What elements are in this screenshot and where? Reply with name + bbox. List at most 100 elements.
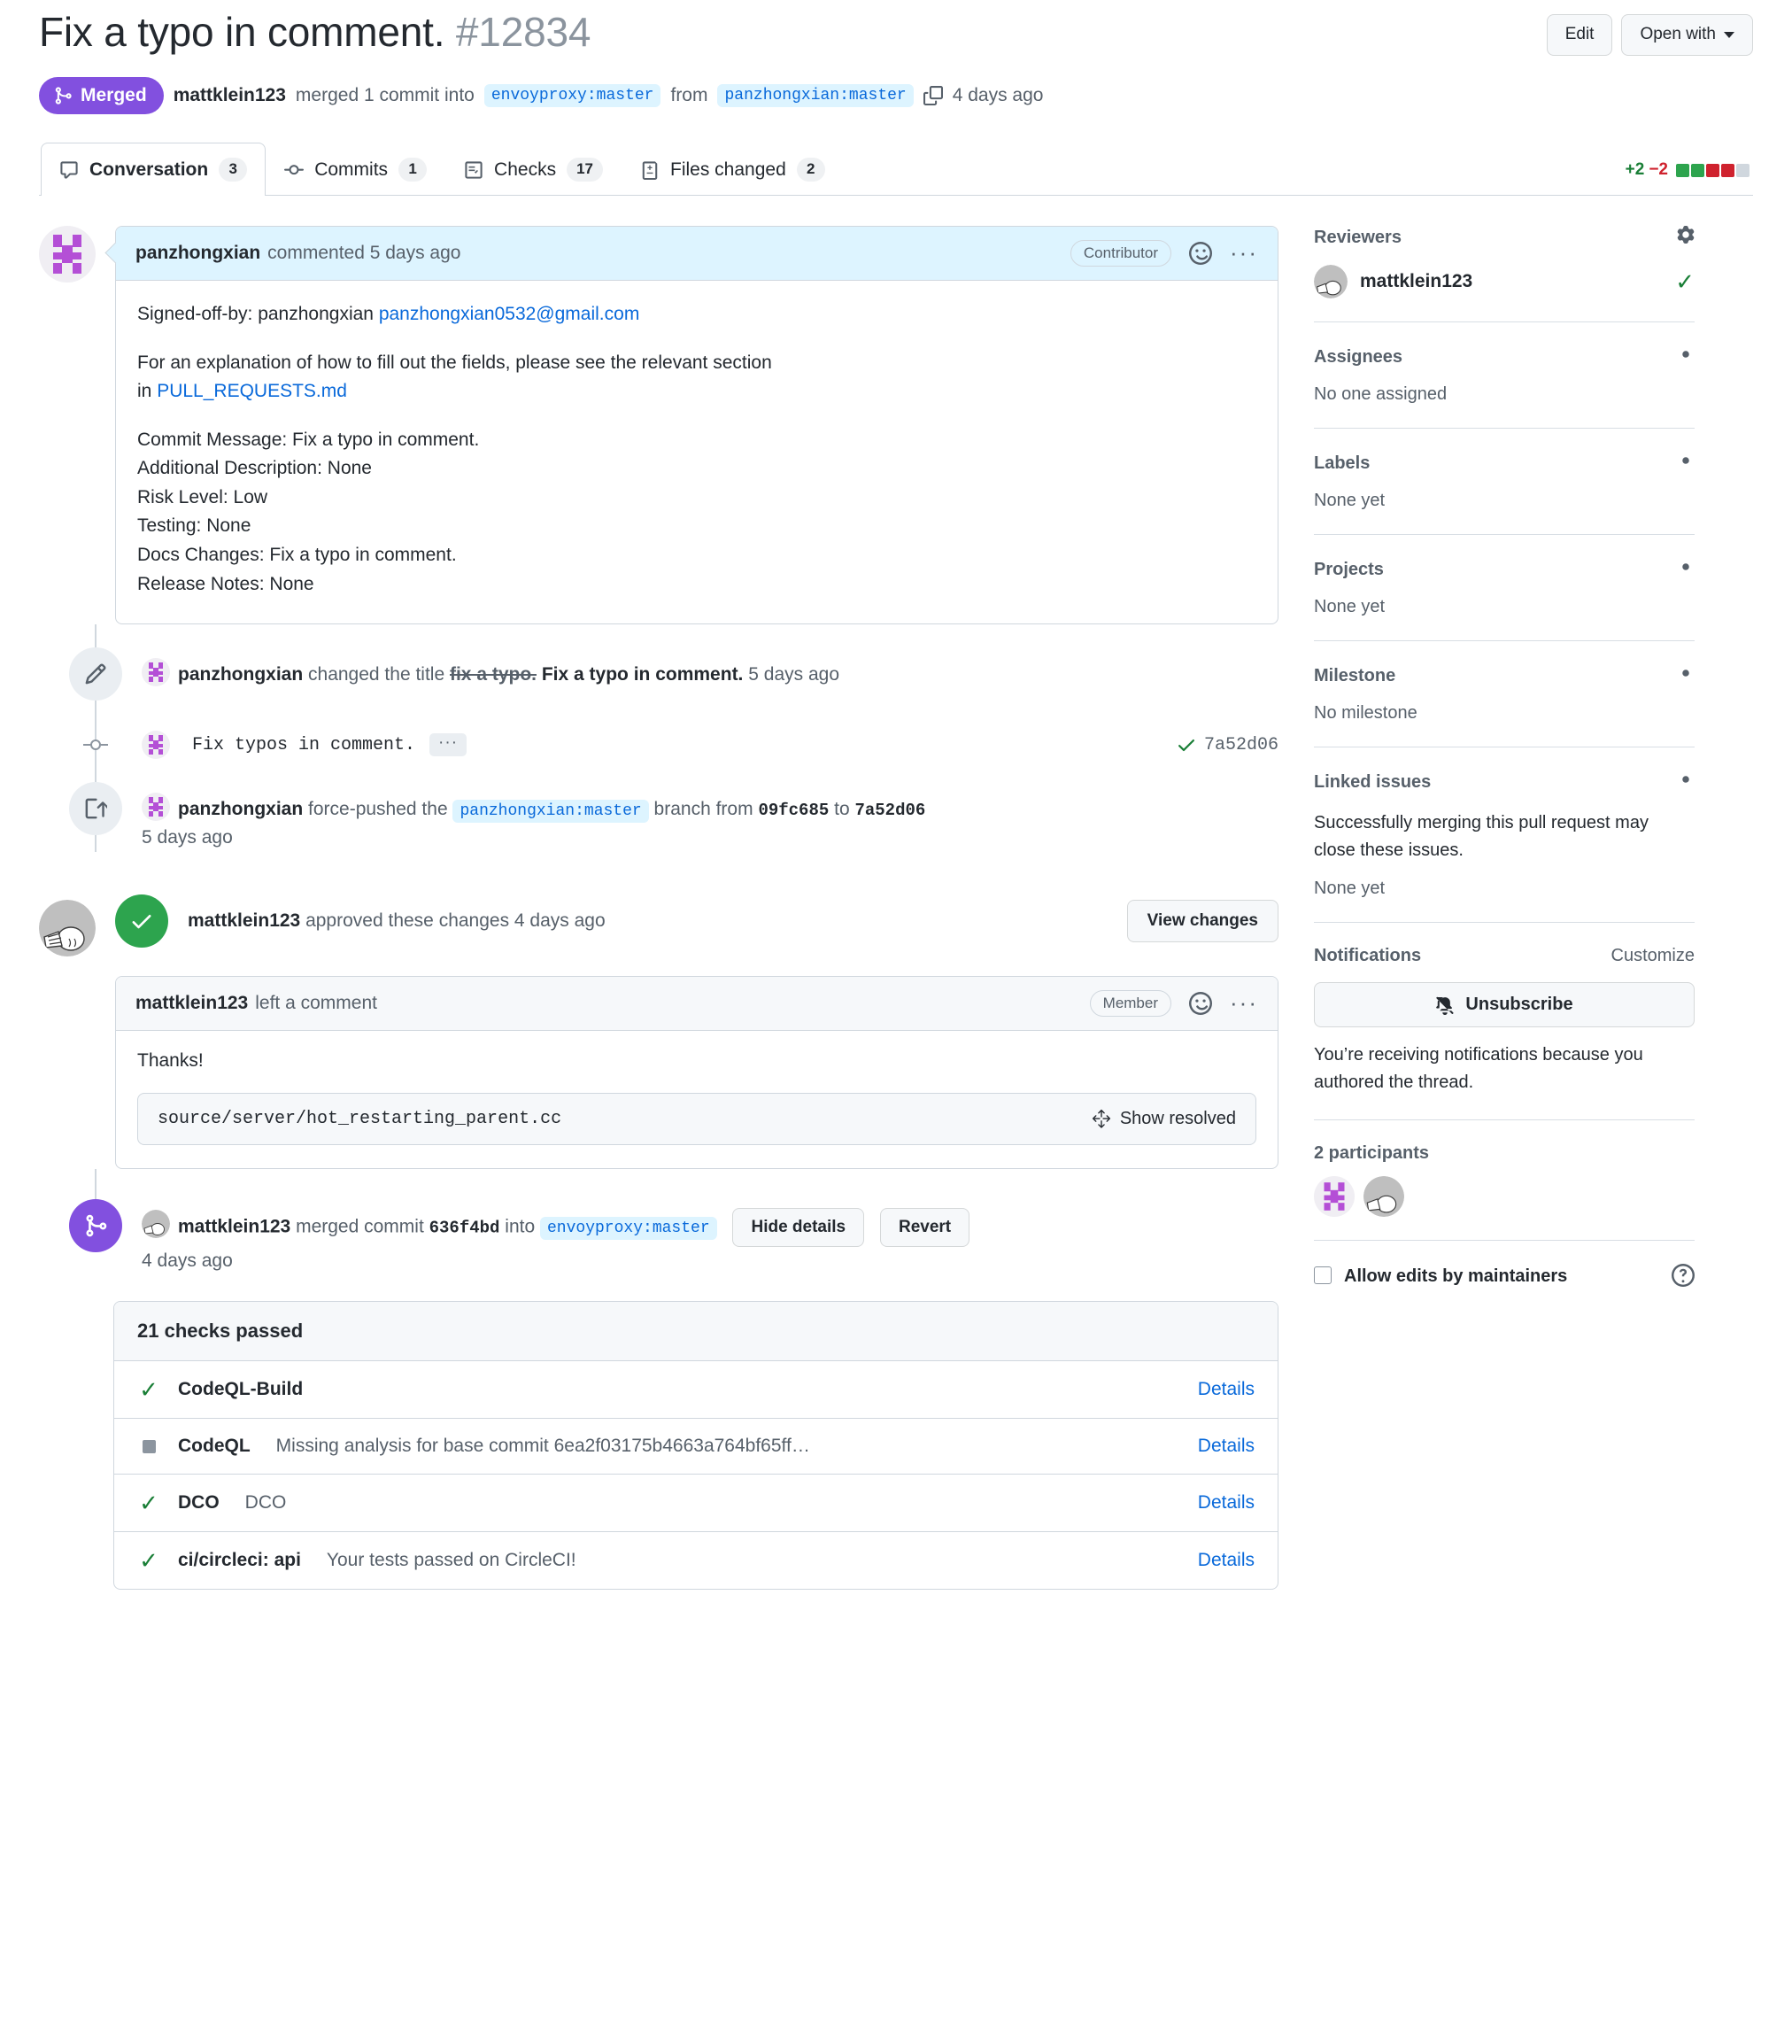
allow-edits-checkbox[interactable] (1314, 1266, 1332, 1284)
sidebar-heading: Projects (1314, 558, 1695, 581)
avatar[interactable] (142, 658, 170, 686)
smiley-icon[interactable] (1189, 242, 1212, 265)
open-with-button[interactable]: Open with (1621, 14, 1753, 56)
kebab-icon[interactable]: ··· (1230, 996, 1258, 1010)
merger-name[interactable]: mattklein123 (174, 85, 286, 106)
avatar[interactable] (1363, 1176, 1404, 1217)
open-with-label: Open with (1640, 23, 1716, 47)
check-description: DCO (245, 1492, 287, 1514)
tab-label: Checks (494, 158, 556, 182)
explanation-line2-prefix: in (137, 381, 157, 401)
gear-icon[interactable] (1677, 664, 1695, 687)
merged-text: mattklein123 merged commit 636f4bd into … (142, 1199, 1278, 1275)
check-details-link[interactable]: Details (1180, 1492, 1255, 1514)
actor-name[interactable]: panzhongxian (178, 664, 303, 685)
revert-button[interactable]: Revert (880, 1208, 969, 1247)
explanation-line1: For an explanation of how to fill out th… (137, 352, 772, 373)
status-badge-label: Merged (81, 85, 147, 106)
sidebar-heading-label: Reviewers (1314, 228, 1402, 248)
merger-name[interactable]: mattklein123 (178, 1216, 290, 1236)
skipped-icon (143, 1440, 156, 1453)
unsubscribe-button[interactable]: Unsubscribe (1314, 982, 1695, 1027)
unfold-icon (1092, 1109, 1111, 1128)
avatar[interactable] (1314, 1176, 1355, 1217)
commit-sha[interactable]: 7a52d06 (1204, 735, 1278, 755)
gear-icon[interactable] (1677, 558, 1695, 581)
pull-requests-md-link[interactable]: PULL_REQUESTS.md (157, 381, 347, 401)
merge-sha[interactable]: 636f4bd (429, 1218, 500, 1237)
comment-author[interactable]: panzhongxian (135, 243, 260, 264)
comment-body: Signed-off-by: panzhongxian panzhongxian… (116, 281, 1278, 623)
sidebar-heading-label: Linked issues (1314, 772, 1431, 793)
pencil-icon (69, 647, 122, 701)
copy-icon[interactable] (923, 86, 943, 105)
linked-issues-note: Successfully merging this pull request m… (1314, 809, 1695, 864)
edit-button[interactable]: Edit (1547, 14, 1613, 56)
avatar[interactable] (39, 900, 96, 956)
approval-row-content: mattklein123 approved these changes 4 da… (115, 894, 1278, 948)
tab-files-changed[interactable]: Files changed 2 (622, 143, 844, 196)
sidebar-heading-label: Notifications (1314, 946, 1421, 966)
diffstat-blocks (1676, 164, 1750, 177)
review-author[interactable]: mattklein123 (135, 993, 248, 1014)
hide-details-button[interactable]: Hide details (732, 1208, 864, 1247)
force-push-from-sha[interactable]: 09fc685 (758, 801, 829, 820)
customize-notifications-link[interactable]: Customize (1611, 946, 1695, 966)
avatar[interactable] (39, 226, 96, 283)
gear-icon[interactable] (1677, 226, 1695, 249)
actor-name[interactable]: panzhongxian (178, 799, 303, 819)
merge-phrase: merged 1 commit into (296, 85, 475, 106)
resolved-thread-bar: source/server/hot_restarting_parent.cc S… (137, 1093, 1256, 1145)
sidebar-heading: Reviewers (1314, 226, 1695, 249)
kebab-icon[interactable]: ··· (1230, 246, 1258, 260)
tab-count: 3 (219, 158, 247, 181)
diffstat[interactable]: +2 −2 (1626, 160, 1750, 180)
avatar[interactable] (142, 731, 170, 759)
pr-meta-row: Merged mattklein123 merged 1 commit into… (39, 77, 1753, 114)
gear-icon[interactable] (1677, 345, 1695, 368)
merge-icon (69, 1199, 122, 1252)
check-details-link[interactable]: Details (1180, 1379, 1255, 1400)
email-link[interactable]: panzhongxian0532@gmail.com (379, 304, 640, 324)
merge-time: 4 days ago (953, 85, 1044, 106)
comment-action: commented 5 days ago (267, 243, 460, 264)
approver-name[interactable]: mattklein123 (188, 910, 300, 931)
chevron-down-icon (1724, 32, 1734, 38)
merge-verb: merged commit (296, 1216, 424, 1236)
sidebar-heading: Linked issues (1314, 770, 1695, 794)
head-branch-chip[interactable]: panzhongxian:master (717, 84, 913, 107)
force-push-mid: branch from (654, 799, 753, 819)
tab-checks[interactable]: Checks 17 (445, 143, 622, 196)
avatar[interactable] (142, 793, 170, 821)
mattklein123-avatar-icon (1363, 1176, 1404, 1217)
check-name: DCO (178, 1492, 220, 1514)
tab-conversation[interactable]: Conversation 3 (41, 143, 266, 196)
view-changes-button[interactable]: View changes (1127, 900, 1278, 942)
commit-expand-button[interactable]: ··· (429, 733, 467, 756)
allow-edits-row[interactable]: Allow edits by maintainers (1314, 1264, 1695, 1294)
review-header-actions: Member ··· (1090, 990, 1258, 1017)
merge-branch-chip[interactable]: envoyproxy:master (540, 1217, 717, 1240)
commit-message[interactable]: Fix typos in comment. (192, 735, 415, 755)
commit-status-wrap: 7a52d06 (1176, 734, 1278, 755)
show-resolved-button[interactable]: Show resolved (1092, 1109, 1236, 1129)
question-icon[interactable] (1672, 1264, 1695, 1294)
diffstat-block (1691, 164, 1704, 177)
tab-commits[interactable]: Commits 1 (266, 143, 445, 196)
force-push-branch[interactable]: panzhongxian:master (452, 800, 648, 823)
base-branch-chip[interactable]: envoyproxy:master (484, 84, 661, 107)
check-details-link[interactable]: Details (1180, 1550, 1255, 1571)
panzhongxian-avatar-icon (142, 793, 170, 821)
panzhongxian-avatar-icon (142, 731, 170, 759)
gear-icon[interactable] (1677, 452, 1695, 475)
smiley-icon[interactable] (1189, 992, 1212, 1015)
gear-icon[interactable] (1677, 770, 1695, 794)
force-push-to-sha[interactable]: 7a52d06 (854, 801, 925, 820)
check-details-link[interactable]: Details (1180, 1436, 1255, 1457)
tab-count: 2 (797, 158, 825, 181)
avatar[interactable] (142, 1210, 170, 1238)
sidebar-section-participants: 2 participants (1314, 1143, 1695, 1241)
participants-list (1314, 1176, 1695, 1217)
reviewer-item[interactable]: mattklein123 ✓ (1314, 265, 1695, 298)
author-association-badge: Contributor (1070, 240, 1171, 267)
